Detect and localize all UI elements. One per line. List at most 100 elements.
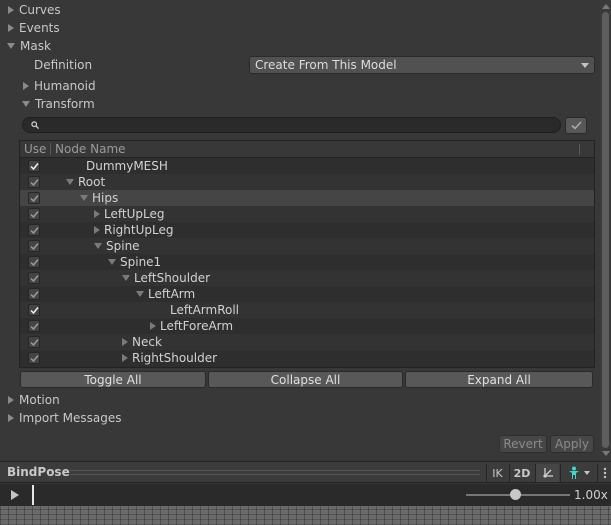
tree-row[interactable]: Spine [20, 238, 594, 254]
use-checkbox[interactable] [28, 304, 40, 316]
chevron-right-icon [8, 6, 14, 14]
tree-node-label: Root [78, 175, 106, 189]
search-input[interactable] [22, 117, 561, 133]
tree-node[interactable]: LeftUpLeg [94, 206, 164, 222]
tree-row[interactable]: DummyMESH [20, 158, 594, 174]
chevron-down-icon[interactable] [108, 259, 116, 265]
scrollbar-thumb[interactable] [602, 12, 609, 448]
tree-row[interactable]: RightUpLeg [20, 222, 594, 238]
chevron-down-icon[interactable] [122, 275, 130, 281]
tree-node[interactable]: LeftArmRoll [170, 302, 239, 318]
use-checkbox[interactable] [28, 272, 40, 284]
expand-all-button[interactable]: Expand All [405, 371, 593, 388]
search-confirm-button[interactable] [565, 117, 587, 134]
checkmark-icon [30, 227, 39, 235]
checkmark-icon [30, 195, 39, 203]
tree-row[interactable]: LeftShoulder [20, 270, 594, 286]
tree-node[interactable]: RightShoulder [122, 350, 217, 366]
tree-row[interactable]: LeftUpLeg [20, 206, 594, 222]
tree-node[interactable]: RightUpLeg [94, 222, 173, 238]
tree-node[interactable]: Root [66, 174, 105, 190]
speed-slider-knob[interactable] [510, 489, 521, 500]
preview-timeline: 1.00x [0, 484, 611, 506]
more-options-button[interactable] [597, 464, 611, 482]
checkmark-icon [30, 355, 39, 363]
tree-node[interactable]: LeftShoulder [122, 270, 210, 286]
tree-row[interactable]: RightShoulder [20, 350, 594, 366]
tree-node-label: Spine [106, 239, 140, 253]
definition-dropdown[interactable]: Create From This Model [249, 56, 595, 74]
chevron-down-icon[interactable] [136, 291, 144, 297]
foldout-transform[interactable]: Transform [22, 95, 95, 113]
chevron-right-icon[interactable] [122, 354, 128, 362]
foldout-events[interactable]: Events [8, 19, 60, 37]
play-icon[interactable] [11, 490, 19, 500]
tree-row[interactable]: Root [20, 174, 594, 190]
use-checkbox[interactable] [28, 208, 40, 220]
column-divider [579, 144, 580, 155]
use-checkbox[interactable] [28, 256, 40, 268]
tree-node[interactable]: Spine1 [108, 254, 161, 270]
scroll-up-icon[interactable] [602, 4, 610, 9]
foldout-curves[interactable]: Curves [8, 1, 61, 19]
foldout-mask[interactable]: Mask [7, 37, 51, 55]
time-cursor[interactable] [32, 485, 34, 505]
tree-node[interactable]: LeftForeArm [150, 318, 233, 334]
use-checkbox[interactable] [28, 224, 40, 236]
chevron-right-icon [8, 414, 14, 422]
chevron-right-icon[interactable] [94, 226, 100, 234]
foldout-import-messages[interactable]: Import Messages [8, 409, 122, 427]
mode-2d-toggle[interactable]: 2D [509, 464, 534, 482]
tree-node-label: LeftShoulder [134, 271, 211, 285]
chevron-down-icon[interactable] [80, 195, 88, 201]
use-checkbox[interactable] [28, 176, 40, 188]
preview-title: BindPose [7, 465, 70, 479]
avatar-dropdown[interactable] [560, 464, 596, 482]
tree-node-label: LeftUpLeg [104, 207, 165, 221]
use-checkbox[interactable] [28, 352, 40, 364]
use-checkbox[interactable] [28, 288, 40, 300]
drag-handle[interactable] [70, 470, 480, 475]
foldout-transform-label: Transform [35, 97, 95, 111]
chevron-right-icon[interactable] [122, 338, 128, 346]
use-checkbox[interactable] [28, 160, 40, 172]
revert-button[interactable]: Revert [499, 435, 547, 453]
ik-toggle[interactable]: IK [486, 464, 508, 482]
tree-node-label: LeftArmRoll [170, 303, 240, 317]
chevron-right-icon[interactable] [150, 322, 156, 330]
tree-row[interactable]: Spine1 [20, 254, 594, 270]
tree-node[interactable]: Neck [122, 334, 162, 350]
kebab-menu-icon [603, 467, 606, 479]
apply-button[interactable]: Apply [550, 435, 594, 453]
toggle-all-button[interactable]: Toggle All [20, 371, 206, 388]
inspector-scrollbar[interactable] [600, 0, 611, 460]
use-checkbox[interactable] [28, 240, 40, 252]
tree-node-label: Hips [92, 191, 119, 205]
use-checkbox[interactable] [28, 336, 40, 348]
collapse-all-button[interactable]: Collapse All [208, 371, 403, 388]
tree-node[interactable]: LeftArm [136, 286, 195, 302]
checkmark-icon [30, 211, 39, 219]
tree-row[interactable]: Neck [20, 334, 594, 350]
chevron-down-icon[interactable] [94, 243, 102, 249]
tree-row[interactable]: LeftForeArm [20, 318, 594, 334]
tree-row[interactable]: Hips [20, 190, 594, 206]
tree-node[interactable]: Spine [94, 238, 140, 254]
chevron-right-icon[interactable] [94, 210, 100, 218]
column-use: Use [24, 142, 47, 156]
use-checkbox[interactable] [28, 320, 40, 332]
preview-toolbar: BindPose IK 2D [0, 461, 611, 483]
use-checkbox[interactable] [28, 192, 40, 204]
foldout-motion[interactable]: Motion [8, 391, 60, 409]
chevron-down-icon[interactable] [66, 179, 74, 185]
scroll-down-icon[interactable] [602, 451, 610, 456]
preview-viewport[interactable] [0, 506, 611, 525]
foldout-humanoid[interactable]: Humanoid [23, 77, 96, 95]
tree-row[interactable]: LeftArmRoll [20, 302, 594, 318]
tree-node[interactable]: DummyMESH [86, 158, 168, 174]
tree-node[interactable]: Hips [80, 190, 118, 206]
foldout-humanoid-label: Humanoid [34, 79, 96, 93]
checkmark-icon [30, 323, 39, 331]
tree-row[interactable]: LeftArm [20, 286, 594, 302]
pivot-toggle[interactable] [535, 464, 559, 482]
